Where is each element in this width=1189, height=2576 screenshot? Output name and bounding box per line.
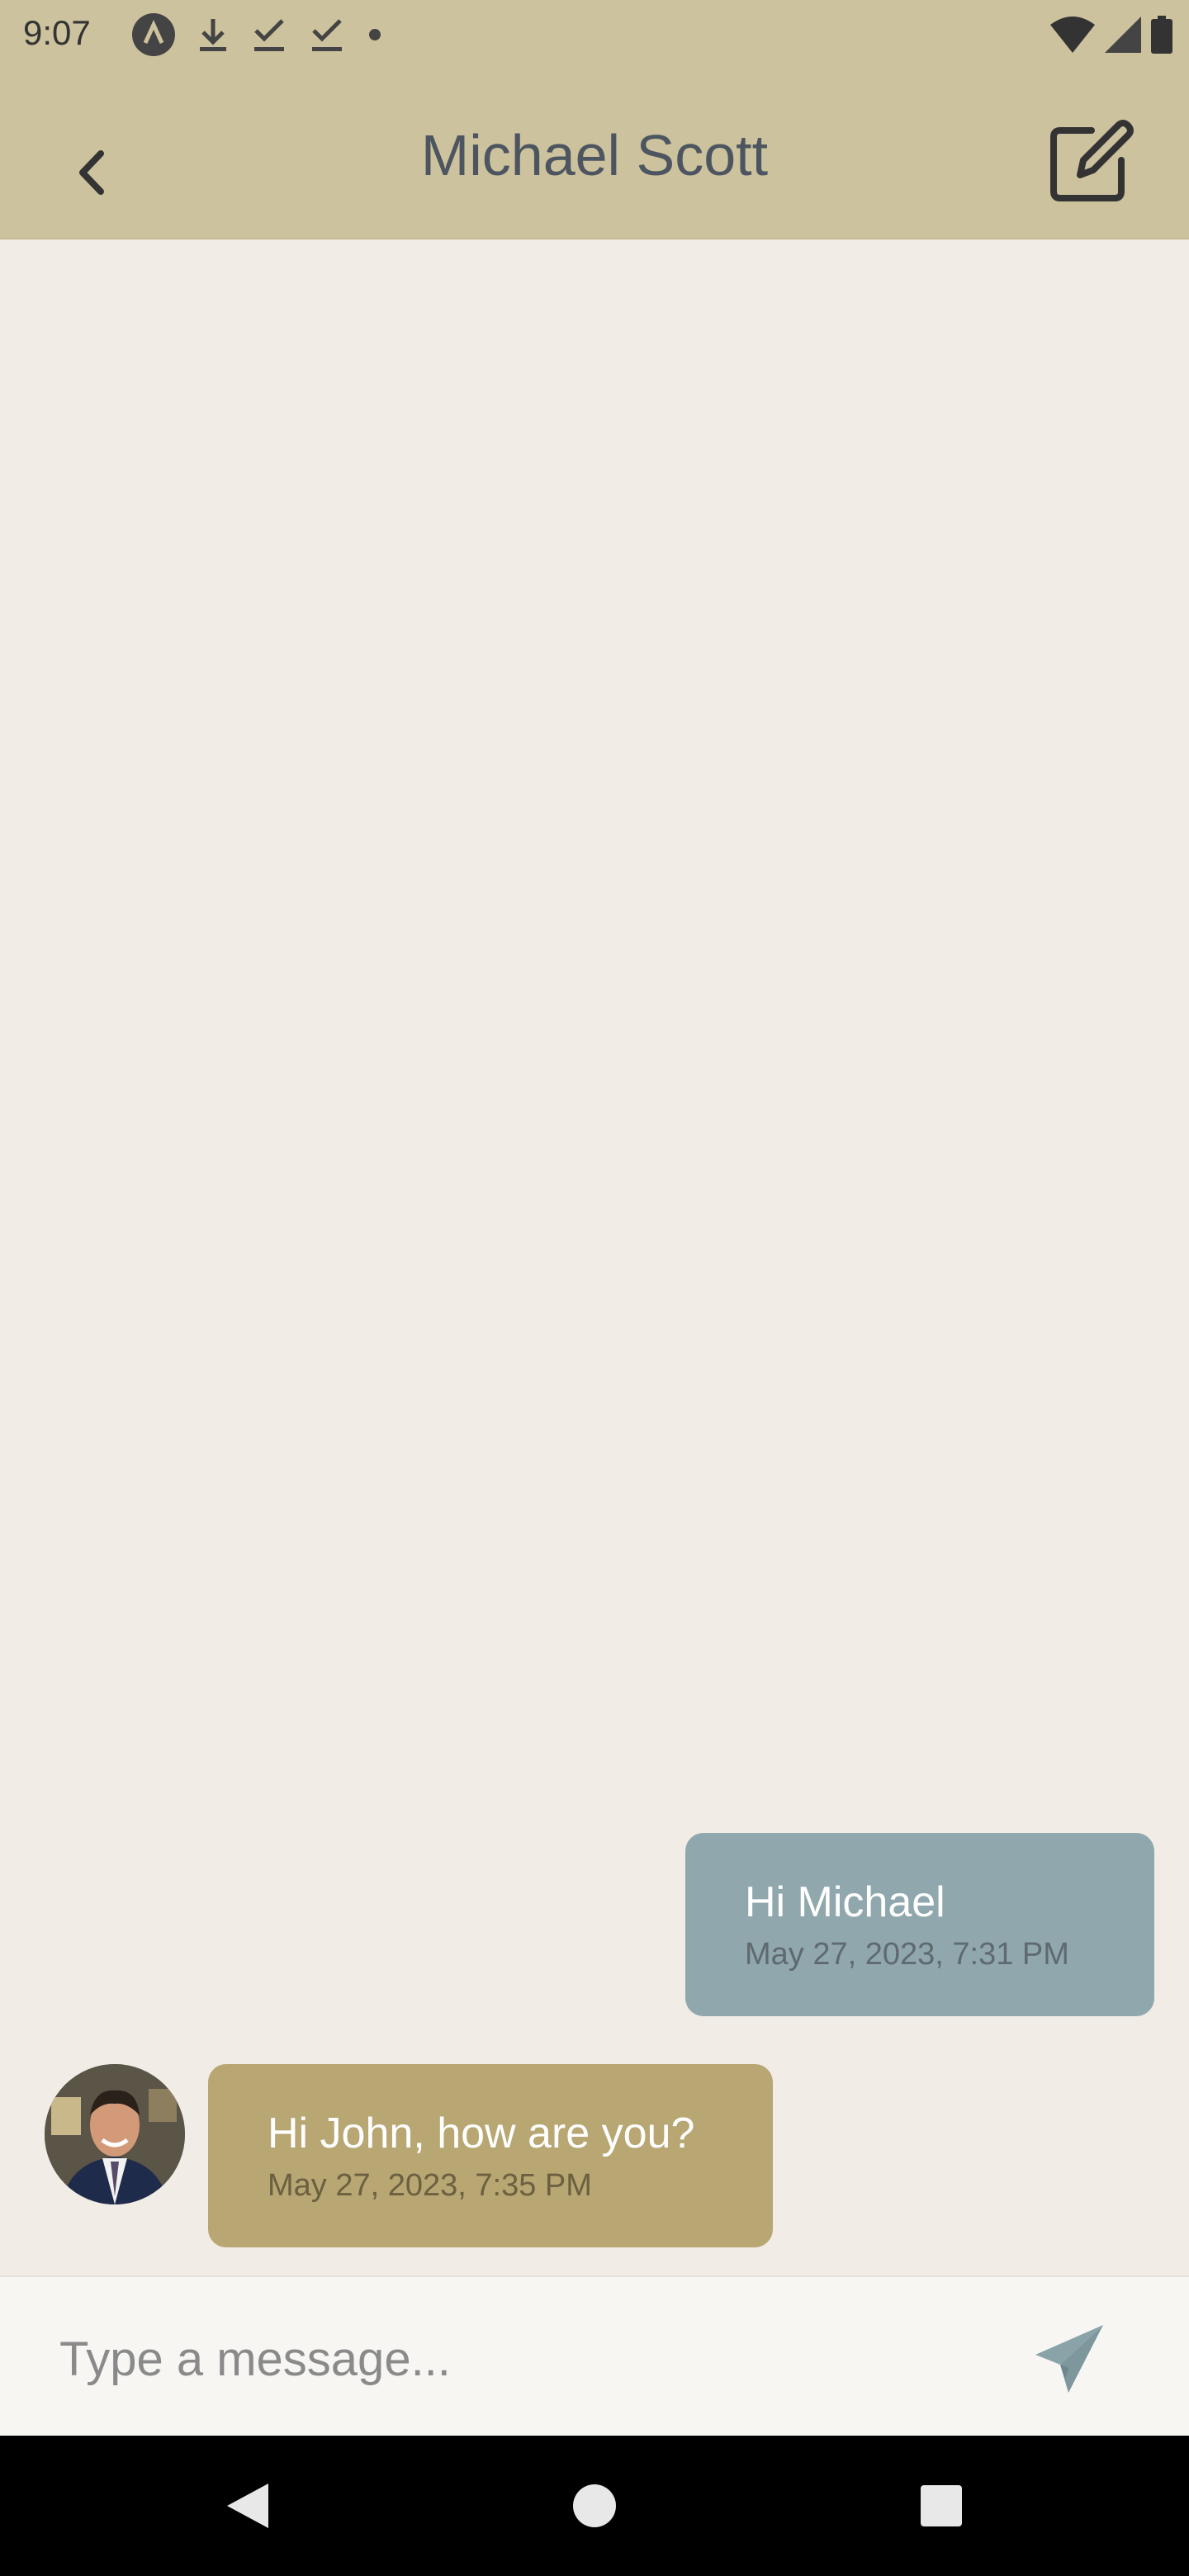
signal-icon [1105, 17, 1141, 53]
michael-avatar [45, 2064, 185, 2204]
status-bar: 9:07 [0, 0, 1189, 69]
chat-area: Hi Michael May 27, 2023, 7:31 PM Hi John… [0, 239, 1189, 2274]
nav-recents-button[interactable] [912, 2477, 970, 2535]
check-icon [254, 19, 284, 51]
status-system-icons [1050, 12, 1172, 58]
message-timestamp: May 27, 2023, 7:31 PM [745, 1937, 1069, 1972]
send-button[interactable] [1032, 2322, 1106, 2396]
app-header: Michael Scott [0, 69, 1189, 239]
outgoing-message-bubble[interactable]: Hi Michael May 27, 2023, 7:31 PM [685, 1833, 1154, 2016]
triangle-back-icon [227, 2484, 268, 2528]
download-icon [200, 19, 226, 51]
message-timestamp: May 27, 2023, 7:35 PM [268, 2168, 592, 2203]
message-input[interactable] [58, 2318, 953, 2399]
circle-home-icon [573, 2484, 616, 2527]
status-time: 9:07 [23, 13, 91, 52]
check-icon [312, 19, 342, 51]
status-notification-icons [132, 12, 383, 58]
nav-back-button[interactable] [219, 2477, 277, 2535]
app-icon [132, 13, 175, 56]
send-icon [1035, 2325, 1103, 2393]
avatar[interactable] [45, 2064, 185, 2204]
page-title: Michael Scott [420, 123, 769, 187]
message-text: Hi Michael [745, 1878, 945, 1926]
wifi-icon [1050, 17, 1095, 53]
edit-button[interactable] [1044, 112, 1139, 208]
edit-icon [1050, 120, 1134, 201]
system-nav-bar [0, 2436, 1189, 2576]
message-composer [0, 2275, 1189, 2437]
battery-icon [1151, 16, 1172, 54]
message-text: Hi John, how are you? [268, 2110, 695, 2157]
nav-home-button[interactable] [566, 2477, 623, 2535]
incoming-message-bubble[interactable]: Hi John, how are you? May 27, 2023, 7:35… [208, 2064, 773, 2247]
square-recents-icon [921, 2485, 962, 2526]
dot-icon [369, 29, 381, 40]
